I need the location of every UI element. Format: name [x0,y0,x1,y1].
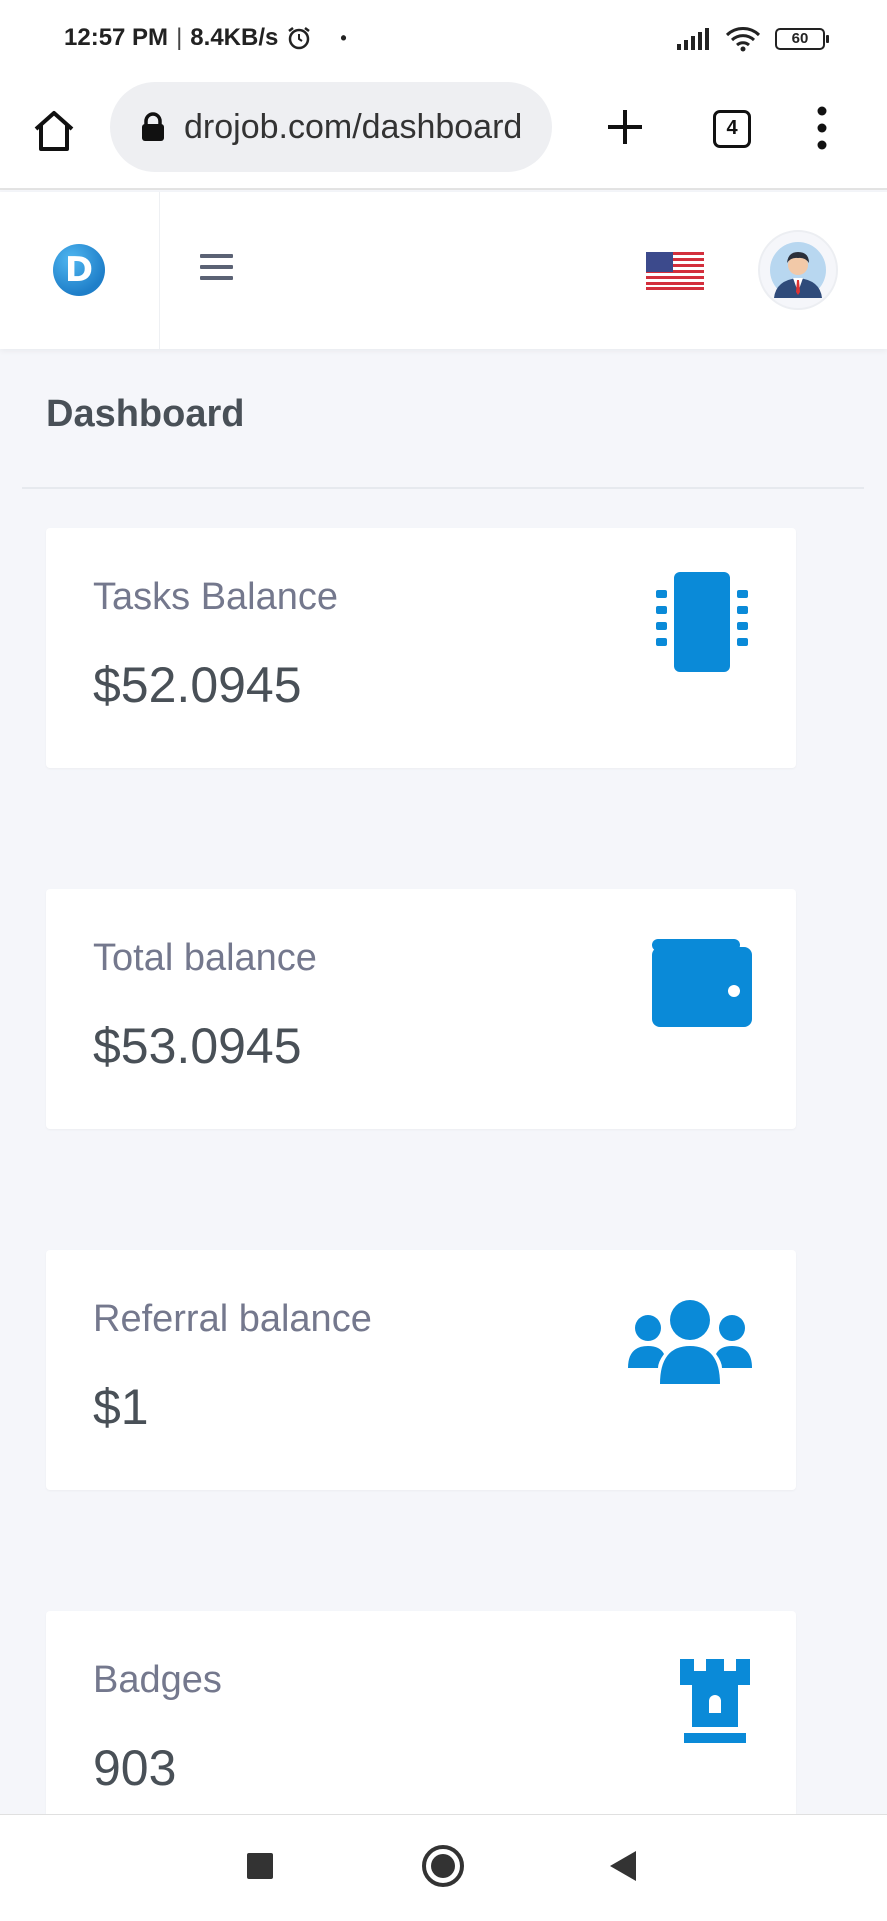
card-value: $53.0945 [93,1018,302,1074]
card-value: $1 [93,1379,149,1435]
divider [22,487,864,489]
card-label: Tasks Balance [93,576,339,618]
more-vert-icon[interactable] [812,105,832,151]
us-flag-icon[interactable] [646,252,704,290]
status-separator: | [176,24,183,51]
status-bar: 12:57 PM | 8.4KB/s • 60 [0,0,887,80]
tower-icon [680,1659,750,1743]
logo-cell: D [0,192,160,349]
status-left: 12:57 PM | 8.4KB/s • [64,24,347,52]
status-time: 12:57 PM [64,24,169,51]
menu-icon[interactable] [200,254,233,282]
alarm-icon [288,27,311,50]
signal-icon [677,28,709,50]
card-value: 903 [93,1740,177,1796]
home-circle-icon[interactable] [422,1845,464,1887]
status-right: 60 [677,26,829,52]
home-icon[interactable] [30,107,78,155]
chip-icon [656,572,748,672]
back-icon[interactable] [610,1851,636,1881]
total-balance-card: Total balance $53.0945 [46,889,796,1129]
browser-toolbar: drojob.com/dashboard 4 [0,80,887,190]
plus-icon[interactable] [600,102,650,152]
url-text[interactable]: drojob.com/dashboard [184,108,534,147]
logo[interactable]: D [53,244,105,296]
card-value: $52.0945 [93,657,302,713]
referral-balance-card: Referral balance $1 [46,1250,796,1490]
address-bar[interactable]: drojob.com/dashboard [110,82,552,172]
tasks-balance-card: Tasks Balance $52.0945 [46,528,796,768]
system-nav-bar [0,1814,887,1921]
tabs-icon[interactable]: 4 [713,110,751,148]
lock-icon [142,112,164,141]
recents-icon[interactable] [247,1853,273,1879]
app-header: D [0,192,887,349]
status-dot: • [340,27,347,48]
users-icon [628,1300,752,1384]
wifi-icon [725,27,761,52]
user-avatar[interactable] [758,230,838,310]
battery-icon: 60 [775,28,829,50]
avatar-person-icon [770,242,826,298]
status-speed: 8.4KB/s [190,24,279,51]
card-label: Total balance [93,937,317,979]
page-title: Dashboard [46,393,245,435]
card-label: Badges [93,1659,222,1701]
wallet-icon [652,939,752,1027]
card-label: Referral balance [93,1298,372,1340]
